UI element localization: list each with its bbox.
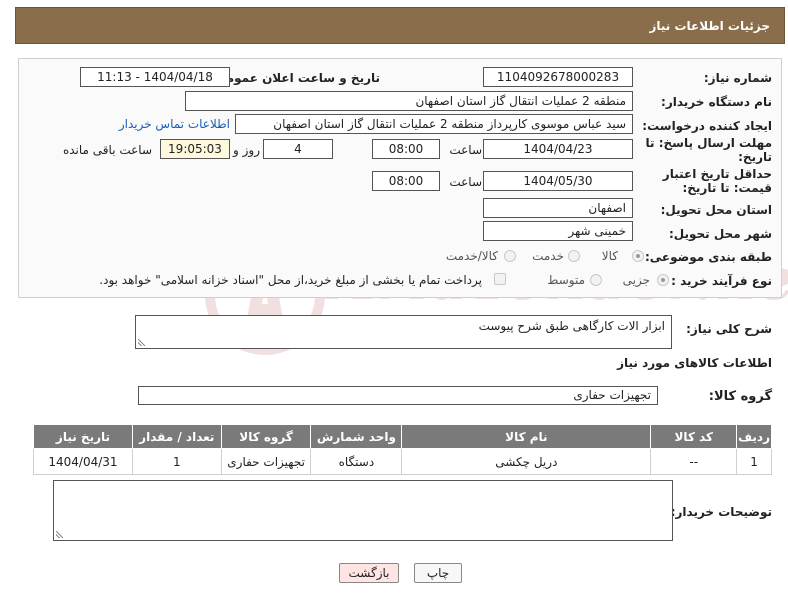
deadline-date-field: 1404/04/23 [483,139,633,159]
page-header: جزئیات اطلاعات نیاز [15,7,785,44]
cell-quantity: 1 [131,448,222,475]
days-remaining-field: 4 [263,139,333,159]
resize-handle-icon[interactable] [138,339,145,346]
col-need-date: تاریخ نیاز [33,424,133,449]
treasury-payment-note: پرداخت تمام یا بخشی از مبلغ خرید،از محل … [99,273,482,287]
delivery-city-field: خمینی شهر [483,221,633,241]
deadline-time-field: 08:00 [372,139,440,159]
page-title: جزئیات اطلاعات نیاز [649,19,770,33]
delivery-province-field: اصفهان [483,198,633,218]
buyer-org-label: نام دستگاه خریدار: [661,95,772,109]
cell-unit: دستگاه [310,448,403,475]
process-type-label: نوع فرآیند خرید : [671,274,772,288]
announce-datetime-label: تاریخ و ساعت اعلان عمومی: [209,71,380,85]
delivery-city-label: شهر محل تحویل: [668,227,772,241]
buyer-contact-link[interactable]: اطلاعات تماس خریدار [119,117,230,131]
remaining-time-field: 19:05:03 [160,139,230,159]
cell-need-date: 1404/04/31 [33,448,133,475]
buyer-org-field: منطقه 2 عملیات انتقال گاز استان اصفهان [185,91,633,111]
col-goods-code: کد کالا [650,424,738,449]
need-description-label: شرح کلی نیاز: [686,322,772,336]
cell-goods-code: -- [650,448,738,475]
goods-group-label: گروه کالا: [708,389,772,404]
need-description-text: ابزار الات کارگاهی طبق شرح پیوست [478,319,665,333]
buyer-notes-label: توضیحات خریدار: [670,505,772,519]
process-radio-medium[interactable] [590,274,602,286]
cell-row-number: 1 [736,448,772,475]
buyer-notes-field [53,480,673,541]
col-goods-group: گروه کالا [220,424,312,449]
resize-handle-icon[interactable] [56,531,63,538]
price-validity-date-field: 1404/05/30 [483,171,633,191]
col-row-number: ردیف [736,424,772,449]
delivery-province-label: استان محل تحویل: [660,203,772,217]
col-quantity: تعداد / مقدار [131,424,222,449]
creator-field: سید عباس موسوی کارپرداز منطقه 2 عملیات ا… [235,114,633,134]
remaining-time-label: ساعت باقی مانده [62,143,152,157]
category-radio-service[interactable] [568,250,580,262]
price-validity-label: حداقل تاریخ اعتبار قیمت: تا تاریخ: [662,167,772,195]
print-button[interactable]: چاپ [414,563,462,583]
goods-table: ردیف کد کالا نام کالا واحد شمارش گروه کا… [33,424,772,475]
need-number-field: 1104092678000283 [483,67,633,87]
process-radio-minor[interactable] [657,274,669,286]
need-number-label: شماره نیاز: [703,71,772,85]
announce-datetime-field: 1404/04/18 - 11:13 [80,67,230,87]
table-row: 1 -- دریل چکشی دستگاه تجهیزات حفاری 1 14… [33,448,772,475]
cell-goods-group: تجهیزات حفاری [220,448,312,475]
goods-group-field: تجهیزات حفاری [138,386,658,405]
process-option-medium: متوسط [547,273,585,287]
category-radio-goods[interactable] [632,250,644,262]
treasury-payment-checkbox[interactable] [494,273,506,285]
category-label: طبقه بندی موضوعی: [644,250,772,264]
back-button[interactable]: بازگشت [339,563,399,583]
category-option-service: خدمت [532,249,564,263]
category-option-goods: کالا [601,249,618,263]
col-goods-name: نام کالا [401,424,652,449]
creator-label: ایجاد کننده درخواست: [642,119,772,133]
category-option-goods-service: کالا/خدمت [445,249,498,263]
days-label: روز و [233,143,260,157]
cell-goods-name: دریل چکشی [401,448,652,475]
goods-table-header-row: ردیف کد کالا نام کالا واحد شمارش گروه کا… [33,424,772,449]
category-radio-goods-service[interactable] [504,250,516,262]
process-option-minor: جزیی [622,273,650,287]
goods-section-title: اطلاعات کالاهای مورد نیاز [617,356,772,370]
col-unit: واحد شمارش [310,424,403,449]
price-validity-time-label: ساعت [449,175,482,189]
deadline-time-label: ساعت [449,143,482,157]
price-validity-time-field: 08:00 [372,171,440,191]
need-description-field: ابزار الات کارگاهی طبق شرح پیوست [135,315,672,349]
deadline-label: مهلت ارسال پاسخ: تا تاریخ: [645,136,773,164]
